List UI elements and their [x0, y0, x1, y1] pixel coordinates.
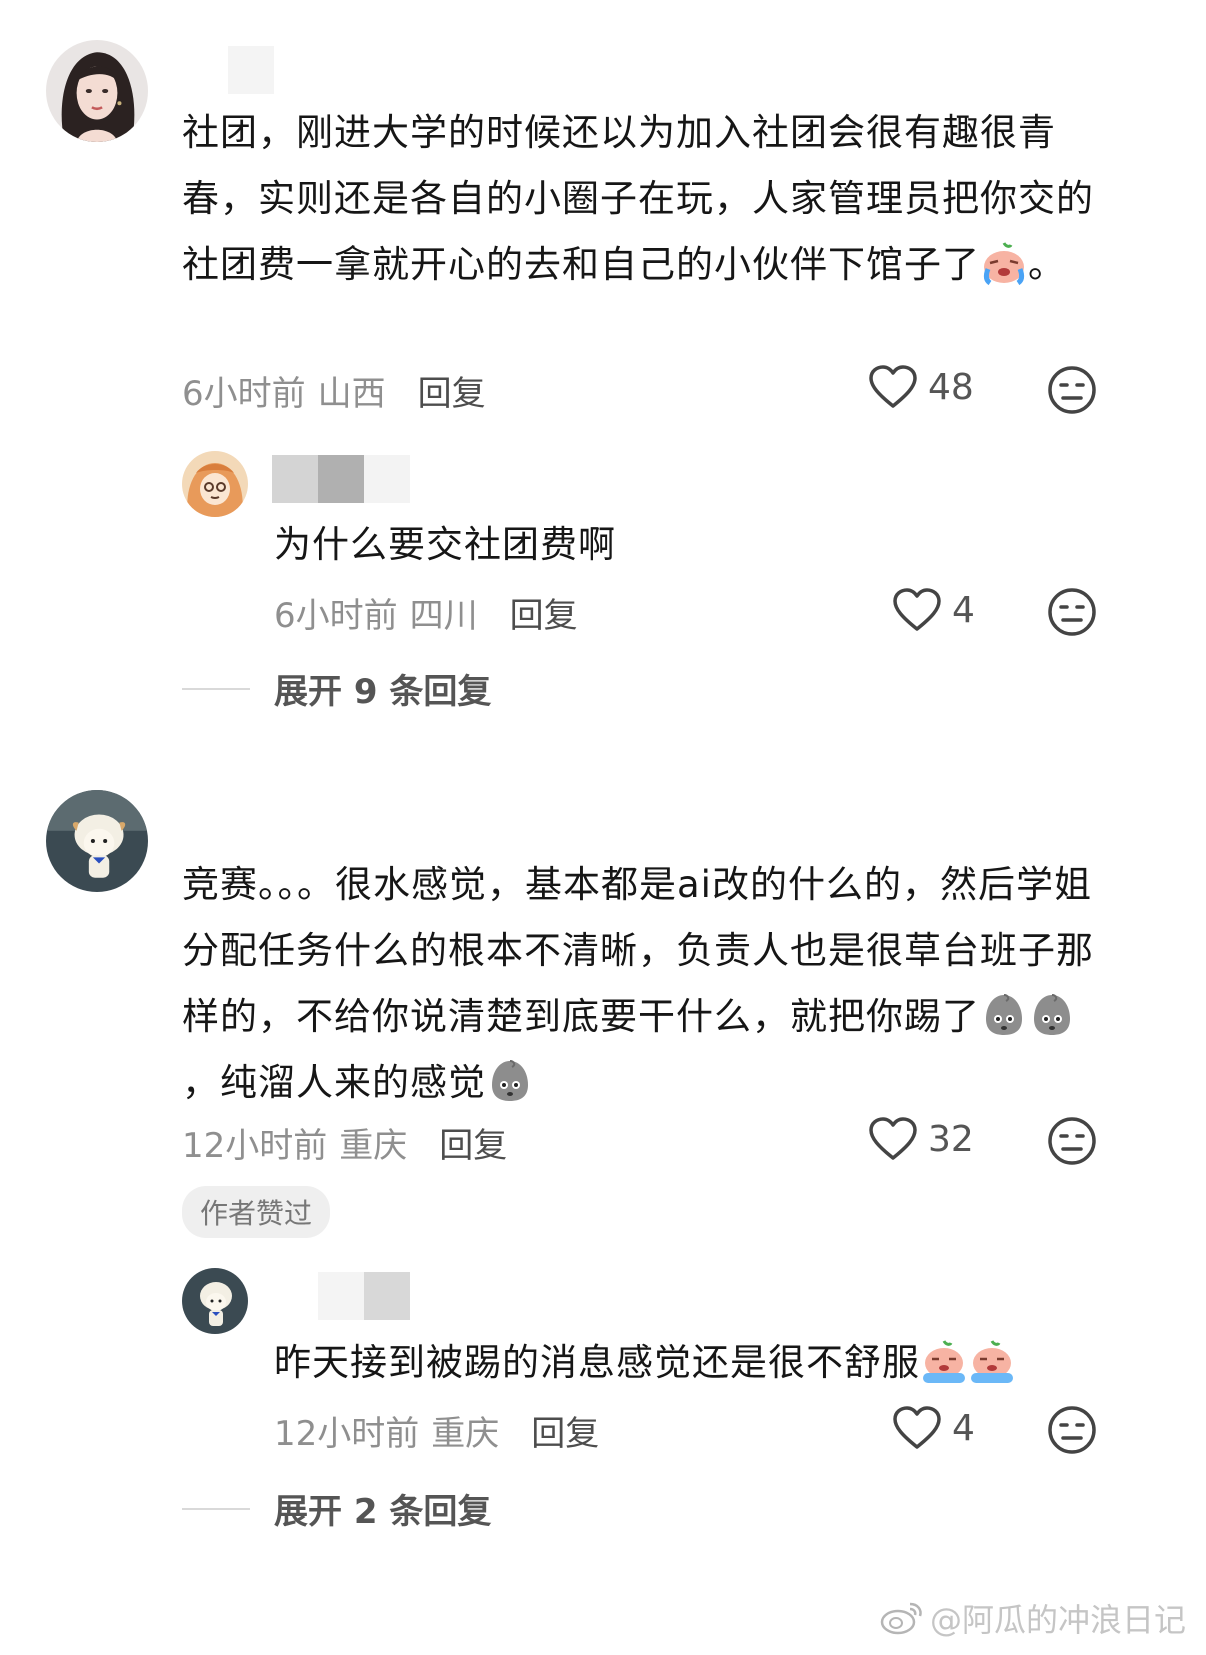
comment-location: 重庆 — [339, 1126, 408, 1166]
reply-like-button[interactable]: 4 — [892, 1405, 975, 1451]
reply-text: 昨天接到被踢的消息感觉还是很不舒服 — [274, 1330, 1114, 1396]
reply-username-redacted — [272, 1272, 410, 1320]
comment-text-tail: ，纯溜人来的感觉 — [182, 1061, 486, 1104]
comment-meta: 12小时前 重庆 回复 — [182, 1118, 507, 1167]
like-count: 4 — [952, 1407, 975, 1449]
like-button[interactable]: 32 — [868, 1116, 974, 1162]
reply-location: 重庆 — [431, 1414, 500, 1454]
reply-button[interactable]: 回复 — [439, 1118, 507, 1167]
divider-line — [182, 1507, 250, 1510]
like-count: 32 — [928, 1118, 974, 1160]
weibo-logo-icon — [880, 1602, 922, 1635]
expand-replies-button[interactable]: 展开 2 条回复 — [182, 1484, 491, 1533]
watermark-text: @阿瓜的冲浪日记 — [929, 1601, 1186, 1639]
comment-time: 12小时前 — [182, 1126, 328, 1166]
comment-item: 竞赛。。。很水感觉，基本都是ai改的什么的，然后学姐分配任务什么的根本不清晰，负… — [0, 0, 1206, 1655]
reply-time: 12小时前 — [274, 1414, 420, 1454]
heart-outline-icon — [869, 1117, 917, 1160]
weibo-watermark: @阿瓜的冲浪日记 — [880, 1595, 1186, 1641]
grey-sad-blob-emoji — [486, 1057, 534, 1105]
meh-face-icon — [1048, 1406, 1096, 1454]
expand-replies-label: 展开 2 条回复 — [274, 1492, 492, 1532]
reply-dislike-button[interactable] — [1047, 1405, 1097, 1455]
comment-text-body: 竞赛。。。很水感觉，基本都是ai改的什么的，然后学姐分配任务什么的根本不清晰，负… — [182, 863, 1094, 1038]
crying-peach-emoji — [920, 1337, 968, 1385]
reply-avatar[interactable] — [182, 1268, 248, 1334]
crying-peach-emoji — [968, 1337, 1016, 1385]
heart-outline-icon — [893, 1406, 941, 1449]
reply-meta: 12小时前 重庆 回复 — [274, 1406, 599, 1455]
reply-button[interactable]: 回复 — [531, 1406, 599, 1455]
dislike-button[interactable] — [1047, 1116, 1097, 1166]
meh-face-icon — [1048, 1117, 1096, 1165]
grey-sad-blob-emoji — [1028, 991, 1076, 1039]
user-avatar[interactable] — [46, 790, 148, 892]
author-liked-badge: 作者赞过 — [182, 1186, 331, 1238]
comment-text: 竞赛。。。很水感觉，基本都是ai改的什么的，然后学姐分配任务什么的根本不清晰，负… — [182, 852, 1102, 1116]
reply-text-body: 昨天接到被踢的消息感觉还是很不舒服 — [274, 1341, 920, 1384]
grey-sad-blob-emoji — [980, 991, 1028, 1039]
